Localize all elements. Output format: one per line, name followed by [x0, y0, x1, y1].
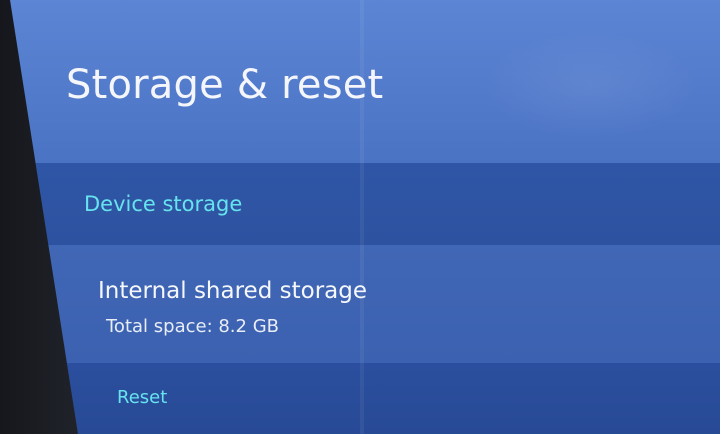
settings-panel: Storage & reset Device storage Internal …: [10, 0, 720, 434]
reset-item-label: Reset: [117, 387, 168, 408]
tv-screen: Storage & reset Device storage Internal …: [0, 0, 720, 434]
internal-storage-summary: Total space: 8.2 GB: [106, 316, 279, 337]
screen-glare: [480, 30, 700, 140]
internal-storage-title: Internal shared storage: [98, 278, 367, 304]
page-title: Storage & reset: [66, 62, 384, 108]
section-header-device-storage: Device storage: [84, 192, 243, 216]
screen-reflection: [360, 0, 364, 434]
